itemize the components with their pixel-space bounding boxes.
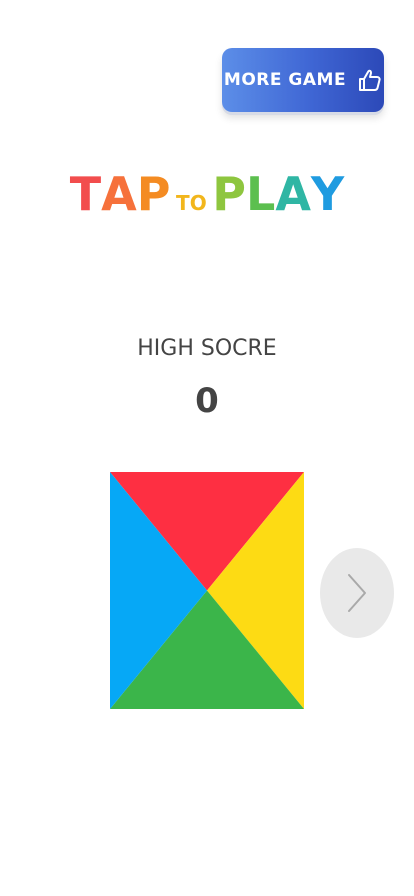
title-letter: T [69, 167, 102, 221]
more-game-button[interactable]: MORE GAME [222, 48, 384, 112]
title-letter: Y [310, 167, 345, 221]
next-button[interactable] [320, 548, 394, 638]
color-board[interactable] [110, 472, 304, 709]
chevron-right-icon [348, 574, 366, 612]
title-letter: P [212, 167, 246, 221]
title-letter: A [101, 167, 137, 221]
thumbs-up-pointing-icon [359, 69, 381, 91]
title-word-to: TO [176, 191, 207, 215]
title-letter: A [275, 167, 311, 221]
more-game-label: MORE GAME [223, 70, 347, 90]
high-score-value: 0 [195, 381, 219, 421]
title-letter: L [246, 167, 276, 221]
high-score-label: HIGH SOCRE [137, 336, 277, 361]
game-start-screen[interactable]: MORE GAME TAP TO PLAY HIGH SOCRE 0 [0, 0, 414, 896]
title-letter: P [136, 167, 171, 221]
tap-to-play-title[interactable]: TAP TO PLAY [0, 168, 414, 231]
